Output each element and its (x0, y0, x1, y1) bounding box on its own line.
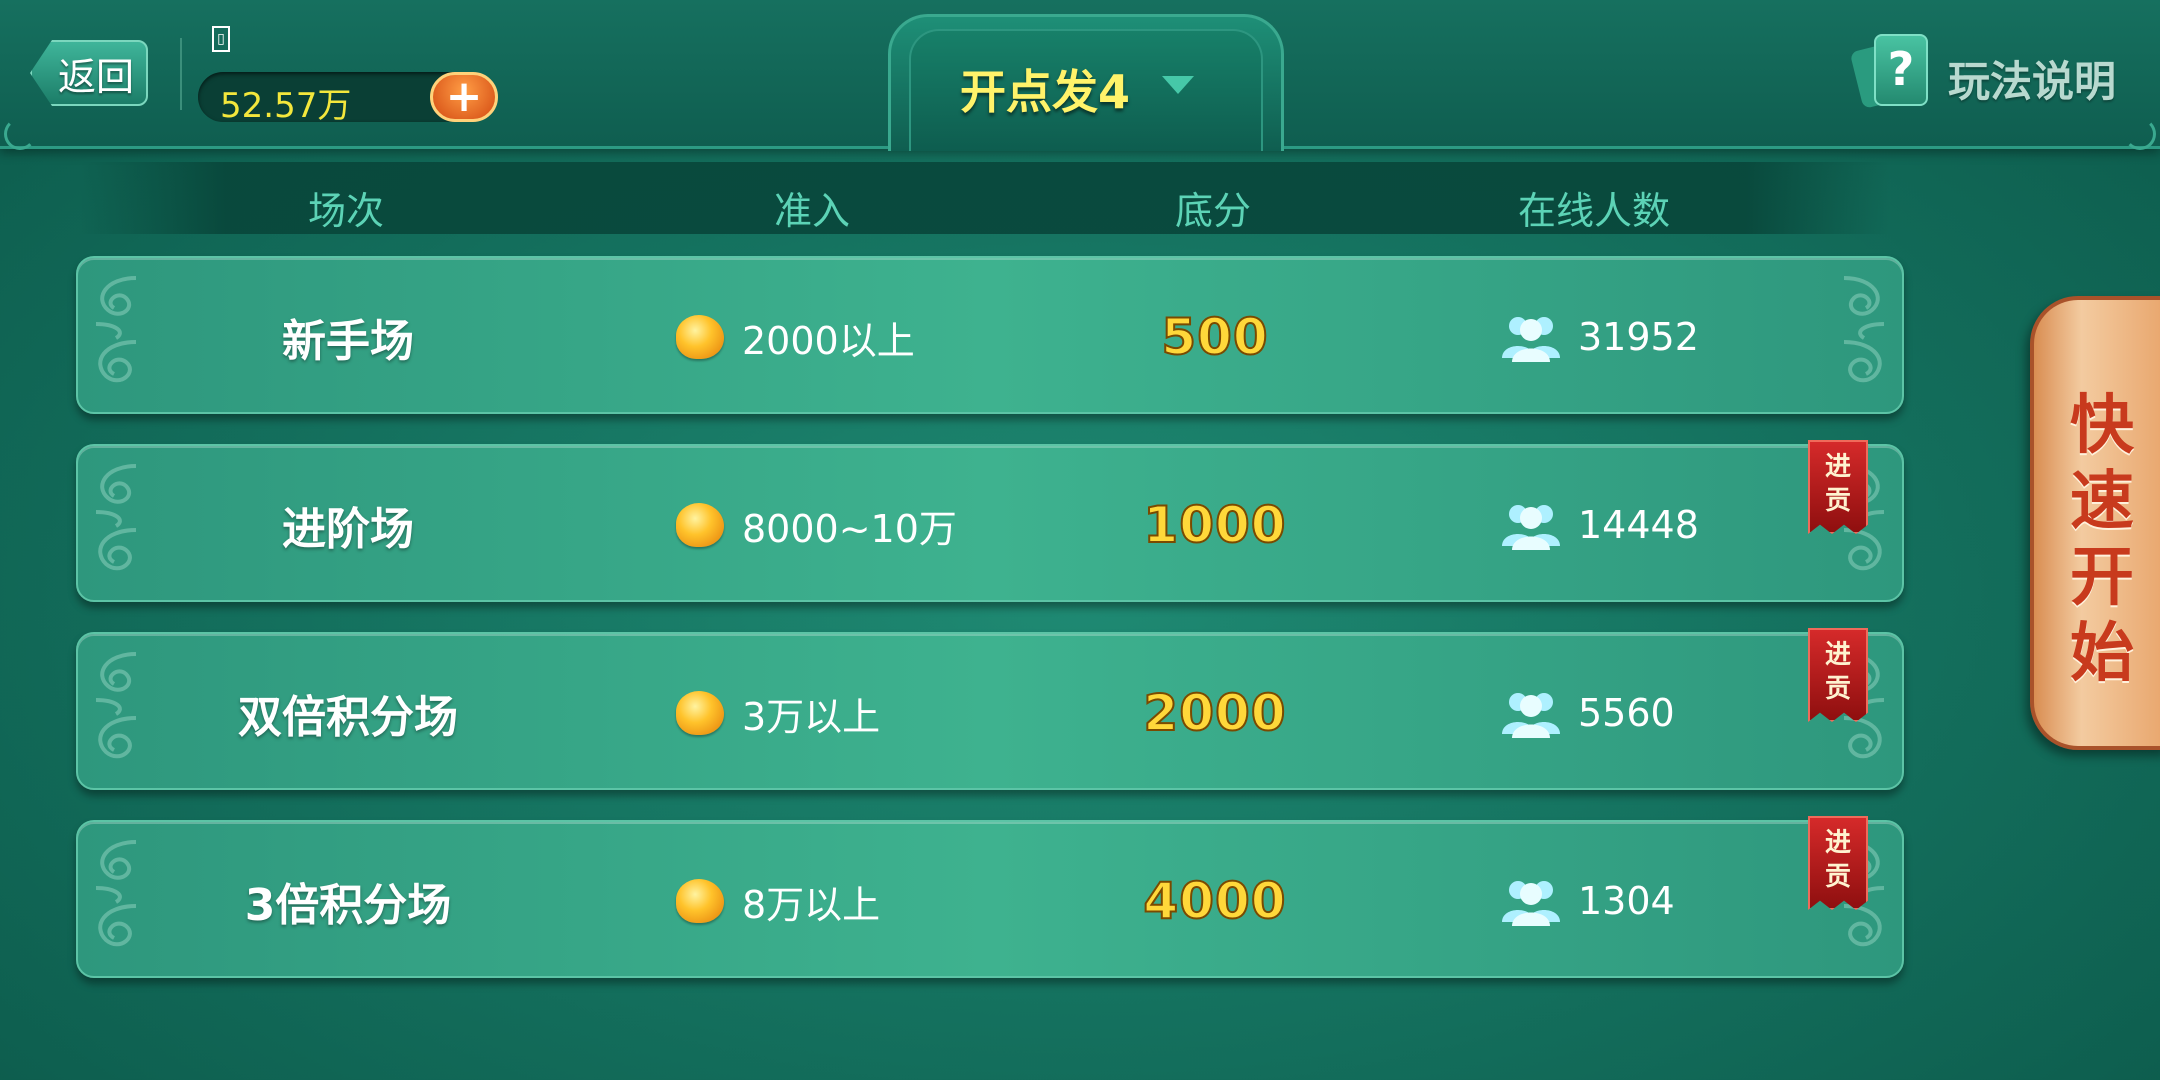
room-row-advanced[interactable]: 进阶场 8000~10万 1000 14448 进 贡 (76, 440, 1904, 604)
divider (180, 38, 182, 110)
column-base: 底分 (1174, 189, 1252, 233)
back-button[interactable]: 返回 (30, 40, 148, 106)
cloud-ornament-icon (86, 272, 144, 398)
entry-requirement: 3万以上 (676, 634, 880, 792)
tribute-badge-top: 进 (1824, 452, 1851, 482)
gold-bean-icon (676, 503, 724, 547)
entry-requirement: 2000以上 (676, 258, 915, 416)
tribute-badge-bottom: 贡 (1824, 862, 1851, 892)
help-label[interactable]: 玩法说明 (1948, 48, 2116, 109)
room-name: 3倍积分场 (244, 880, 452, 931)
quick-start-char: 开 (2070, 541, 2134, 615)
room-name: 进阶场 (282, 504, 414, 555)
online-count: 31952 (1500, 258, 1699, 416)
online-count: 14448 (1500, 446, 1699, 604)
online-value: 1304 (1578, 879, 1675, 923)
entry-requirement: 8万以上 (676, 822, 880, 980)
online-count: 5560 (1500, 634, 1675, 792)
people-icon (1500, 500, 1562, 550)
quick-start-char: 速 (2070, 465, 2134, 539)
cloud-ornament-icon (86, 836, 144, 962)
entry-value: 8000~10万 (742, 506, 957, 551)
tribute-badge: 进 贡 (1808, 816, 1868, 910)
chevron-down-icon[interactable] (1162, 76, 1194, 94)
add-coins-button[interactable]: + (430, 72, 498, 122)
entry-value: 8万以上 (742, 882, 881, 927)
entry-requirement: 8000~10万 (676, 446, 957, 604)
quick-start-char: 始 (2070, 617, 2134, 691)
room-row-beginner[interactable]: 新手场 2000以上 500 31952 (76, 256, 1904, 414)
people-icon (1500, 688, 1562, 738)
mode-title[interactable]: 开点发4 (960, 56, 1130, 122)
help-button[interactable]: ? (1849, 32, 1960, 109)
tribute-badge: 进 贡 (1808, 628, 1868, 722)
entry-value: 2000以上 (742, 318, 915, 363)
entry-value: 3万以上 (742, 694, 881, 739)
coin-value: 52.57万 (220, 86, 352, 126)
tribute-badge-bottom: 贡 (1824, 486, 1851, 516)
base-score: 500 (1160, 307, 1269, 367)
tribute-badge-top: 进 (1824, 640, 1851, 670)
online-value: 14448 (1578, 503, 1699, 547)
cloud-ornament-icon (86, 648, 144, 774)
gold-bean-icon (676, 691, 724, 735)
base-score: 2000 (1142, 683, 1287, 743)
table-header: 场次 准入 底分 在线人数 (80, 162, 1890, 234)
people-icon (1500, 876, 1562, 926)
quick-start-label[interactable]: 快 速 开 始 (2060, 388, 2144, 692)
ornament-right (2124, 118, 2156, 150)
gold-bean-icon (676, 315, 724, 359)
base-score: 1000 (1142, 495, 1287, 555)
user-name: ▯ (212, 26, 230, 52)
tribute-badge-top: 进 (1824, 828, 1851, 858)
gold-bean-icon (676, 879, 724, 923)
people-icon (1500, 312, 1562, 362)
online-count: 1304 (1500, 822, 1675, 980)
base-score: 4000 (1142, 871, 1287, 931)
cloud-ornament-icon (86, 460, 144, 586)
room-name: 双倍积分场 (238, 692, 458, 743)
room-name: 新手场 (282, 316, 414, 367)
room-row-double[interactable]: 双倍积分场 3万以上 2000 5560 进 贡 (76, 628, 1904, 792)
ornament-left (4, 118, 36, 150)
column-online: 在线人数 (1517, 189, 1671, 233)
cloud-ornament-icon (1836, 272, 1894, 398)
quick-start-char: 快 (2070, 389, 2134, 463)
column-room: 场次 (307, 189, 385, 233)
column-entry: 准入 (773, 189, 851, 233)
tribute-badge-bottom: 贡 (1824, 674, 1851, 704)
online-value: 31952 (1578, 315, 1699, 359)
room-row-triple[interactable]: 3倍积分场 8万以上 4000 1304 进 贡 (76, 816, 1904, 980)
tribute-badge: 进 贡 (1808, 440, 1868, 534)
online-value: 5560 (1578, 691, 1675, 735)
question-icon: ? (1874, 34, 1928, 106)
